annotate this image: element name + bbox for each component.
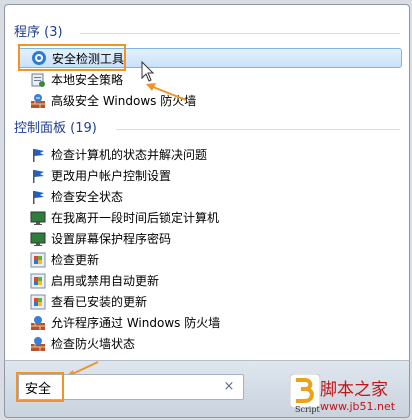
search-box[interactable]: × [18,374,244,400]
watermark-url: www.jb51.net [320,400,396,413]
watermark-cn-text: 脚本之家 [320,380,388,400]
annotation-overlay [64,60,187,378]
jb51-logo-icon [290,374,320,408]
watermark-logo: 脚本之家 www.jb51.net Script [288,372,410,418]
watermark-script-text: Script [295,405,320,414]
clear-search-icon[interactable]: × [221,379,237,395]
annotation-arrow-icon [146,83,187,101]
search-input[interactable] [25,378,215,396]
mouse-cursor-icon [141,60,155,82]
